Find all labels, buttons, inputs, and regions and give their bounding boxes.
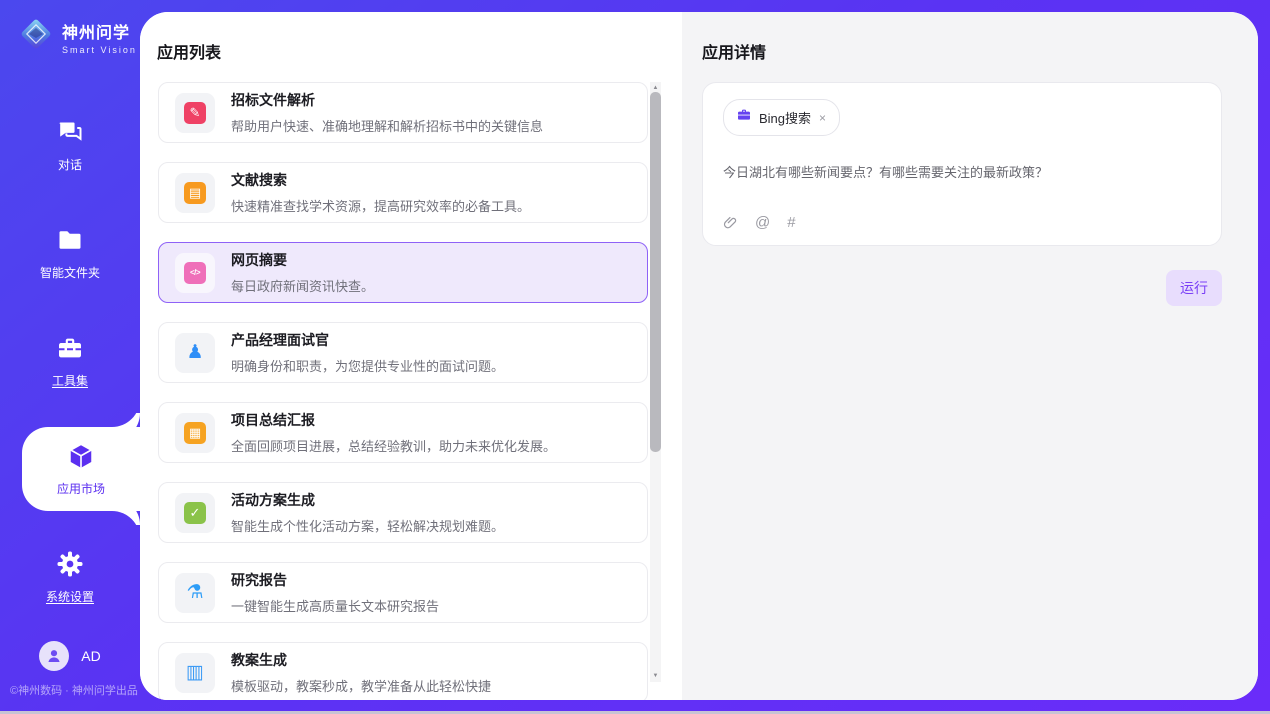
sidebar-item-系统设置[interactable]: 系统设置 [0, 523, 140, 631]
mention-icon[interactable]: @ [755, 214, 770, 231]
web-summary-icon: </> [175, 253, 215, 293]
app-list: ✎ 招标文件解析帮助用户快速、准确地理解和解析招标书中的关键信息 ▤ 文献搜索快速精准… [158, 82, 648, 700]
avatar [39, 641, 69, 671]
app-item-name: 文献搜索 [231, 170, 530, 190]
gear-icon [55, 549, 85, 579]
app-item-description: 快速精准查找学术资源，提高研究效率的必备工具。 [231, 196, 530, 215]
app-item-name: 研究报告 [231, 570, 439, 590]
app-item-description: 帮助用户快速、准确地理解和解析招标书中的关键信息 [231, 116, 543, 135]
chat-icon [55, 117, 85, 147]
scrollbar-down-arrow[interactable] [650, 670, 661, 682]
pm-interviewer-icon: ♟ [175, 333, 215, 373]
brand-name: 神州问学 [62, 19, 137, 43]
app-item-name: 活动方案生成 [231, 490, 504, 510]
app-list-title: 应用列表 [157, 39, 221, 63]
sidebar-item-应用市场[interactable]: 应用市场 [22, 427, 140, 511]
app-item-description: 一键智能生成高质量长文本研究报告 [231, 596, 439, 615]
literature-search-icon: ▤ [175, 173, 215, 213]
sidebar: 神州问学 Smart Vision 对话智能文件夹工具集应用市场系统设置 AD … [0, 0, 140, 711]
tool-chip-label: Bing搜索 [759, 108, 811, 127]
user-initials: AD [81, 648, 100, 664]
bid-doc-icon: ✎ [175, 93, 215, 133]
sidebar-nav: 对话智能文件夹工具集应用市场系统设置 [0, 91, 140, 631]
input-toolbar: @ # [723, 214, 1201, 231]
app-list-item[interactable]: ⚗ 研究报告一键智能生成高质量长文本研究报告 [158, 562, 648, 623]
app-item-name: 网页摘要 [231, 250, 374, 270]
project-summary-icon: ▦ [175, 413, 215, 453]
app-item-description: 模板驱动，教案秒成，教学准备从此轻松快捷 [231, 676, 491, 695]
sidebar-item-label: 工具集 [52, 372, 88, 389]
app-list-item[interactable]: ▥ 教案生成模板驱动，教案秒成，教学准备从此轻松快捷 [158, 642, 648, 700]
scrollbar-thumb[interactable] [650, 92, 661, 452]
app-list-item[interactable]: </> 网页摘要每日政府新闻资讯快查。 [158, 242, 648, 303]
app-item-description: 明确身份和职责，为您提供专业性的面试问题。 [231, 356, 504, 375]
copyright-text: ©神州数码 · 神州问学出品 [10, 682, 138, 698]
app-detail-title: 应用详情 [702, 39, 766, 63]
tool-chip-bing-search[interactable]: Bing搜索 × [723, 99, 840, 136]
prompt-card: Bing搜索 × 今日湖北有哪些新闻要点？有哪些需要关注的最新政策？ @ # [702, 82, 1222, 246]
brand-logo: 神州问学 Smart Vision [0, 0, 140, 57]
app-list-pane: 应用列表 ✎ 招标文件解析帮助用户快速、准确地理解和解析招标书中的关键信息 ▤ 文献搜… [140, 12, 682, 700]
brand-diamond-icon [18, 16, 54, 57]
folder-icon [55, 225, 85, 255]
app-item-name: 教案生成 [231, 650, 491, 670]
app-item-description: 全面回顾项目进展，总结经验教训，助力未来优化发展。 [231, 436, 556, 455]
run-button[interactable]: 运行 [1166, 270, 1222, 306]
briefcase-icon [736, 107, 752, 128]
app-list-scrollbar[interactable] [650, 82, 661, 682]
lesson-plan-icon: ▥ [175, 653, 215, 693]
user-account[interactable]: AD [0, 641, 140, 671]
app-list-item[interactable]: ✎ 招标文件解析帮助用户快速、准确地理解和解析招标书中的关键信息 [158, 82, 648, 143]
event-plan-icon: ✓ [175, 493, 215, 533]
app-item-description: 智能生成个性化活动方案，轻松解决规划难题。 [231, 516, 504, 535]
sidebar-item-智能文件夹[interactable]: 智能文件夹 [0, 199, 140, 307]
app-detail-pane: 应用详情 Bing搜索 × 今日湖北有哪些新闻要点？有哪些需要关注的最新政策？ [682, 12, 1258, 700]
sidebar-item-对话[interactable]: 对话 [0, 91, 140, 199]
query-input[interactable]: 今日湖北有哪些新闻要点？有哪些需要关注的最新政策？ [723, 162, 1201, 181]
main-content: 应用列表 ✎ 招标文件解析帮助用户快速、准确地理解和解析招标书中的关键信息 ▤ 文献搜… [140, 12, 1258, 700]
toolbox-icon [55, 333, 85, 363]
app-item-name: 招标文件解析 [231, 90, 543, 110]
close-icon[interactable]: × [818, 111, 827, 125]
app-list-item[interactable]: ✓ 活动方案生成智能生成个性化活动方案，轻松解决规划难题。 [158, 482, 648, 543]
brand-subtitle: Smart Vision [62, 45, 137, 55]
app-item-description: 每日政府新闻资讯快查。 [231, 276, 374, 295]
cube-icon [66, 441, 96, 471]
sidebar-item-label: 系统设置 [46, 588, 94, 605]
app-item-name: 项目总结汇报 [231, 410, 556, 430]
paperclip-icon[interactable] [723, 215, 738, 231]
sidebar-item-label: 应用市场 [57, 480, 105, 497]
app-list-item[interactable]: ▦ 项目总结汇报全面回顾项目进展，总结经验教训，助力未来优化发展。 [158, 402, 648, 463]
sidebar-item-label: 对话 [58, 156, 82, 173]
app-list-item[interactable]: ▤ 文献搜索快速精准查找学术资源，提高研究效率的必备工具。 [158, 162, 648, 223]
app-item-name: 产品经理面试官 [231, 330, 504, 350]
sidebar-item-label: 智能文件夹 [40, 264, 100, 281]
app-list-item[interactable]: ♟ 产品经理面试官明确身份和职责，为您提供专业性的面试问题。 [158, 322, 648, 383]
research-report-icon: ⚗ [175, 573, 215, 613]
hash-icon[interactable]: # [787, 214, 795, 231]
